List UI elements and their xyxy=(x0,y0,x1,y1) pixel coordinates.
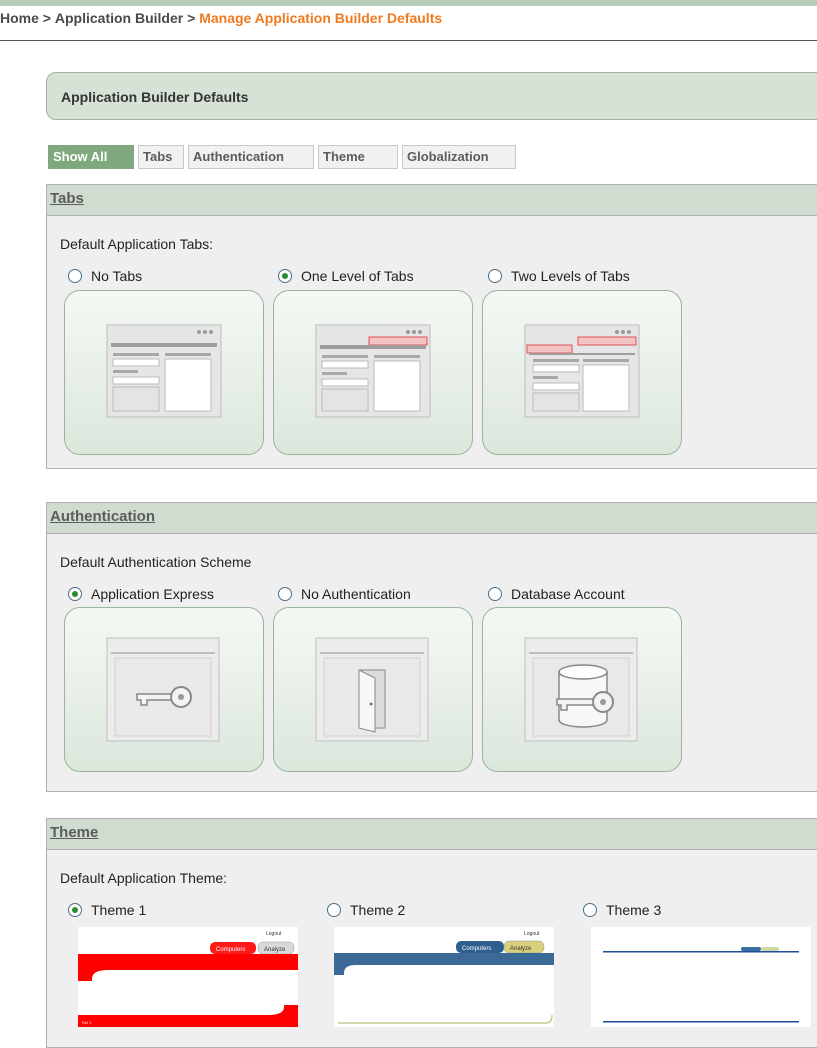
theme-section: Theme Default Application Theme: Theme 1… xyxy=(46,818,817,1048)
one-level-tabs-preview-card[interactable] xyxy=(273,290,473,455)
auth-option-no-authentication[interactable]: No Authentication xyxy=(278,586,411,602)
filter-authentication[interactable]: Authentication xyxy=(188,145,314,169)
filter-tabs[interactable]: Tabs xyxy=(138,145,184,169)
two-levels-tabs-preview-card[interactable] xyxy=(482,290,682,455)
breadcrumb-current: Manage Application Builder Defaults xyxy=(199,10,443,26)
theme-1-thumbnail[interactable]: Logout Computers Analyze Rel 1 xyxy=(78,927,298,1027)
tabs-label: Default Application Tabs: xyxy=(60,236,214,252)
auth-option-database-account[interactable]: Database Account xyxy=(488,586,625,602)
theme-label: Default Application Theme: xyxy=(60,870,228,886)
theme-3-thumbnail[interactable] xyxy=(591,927,811,1027)
breadcrumb: Home > Application Builder > Manage Appl… xyxy=(0,10,817,41)
filter-globalization[interactable]: Globalization xyxy=(402,145,516,169)
breadcrumb-home[interactable]: Home xyxy=(0,10,39,26)
option-label: No Tabs xyxy=(91,268,143,284)
database-account-preview-card[interactable] xyxy=(482,607,682,772)
key-icon xyxy=(106,637,220,742)
theme-option-2[interactable]: Theme 2 xyxy=(327,902,405,918)
authentication-section: Authentication Default Authentication Sc… xyxy=(46,502,817,792)
door-icon xyxy=(315,637,429,742)
radio-no-tabs[interactable] xyxy=(68,269,82,283)
theme-2-top-link: Logout xyxy=(524,931,540,937)
theme-1-footer: Rel 1 xyxy=(82,1020,92,1025)
authentication-section-title[interactable]: Authentication xyxy=(50,508,155,525)
theme-1-tab-2: Analyze xyxy=(264,947,286,953)
theme-option-1[interactable]: Theme 1 xyxy=(68,902,146,918)
breadcrumb-sep: > xyxy=(38,10,55,26)
tabs-option-no-tabs[interactable]: No Tabs xyxy=(68,268,142,284)
tabs-section: Tabs Default Application Tabs: No Tabs O… xyxy=(46,184,817,469)
two-levels-tabs-layout-icon xyxy=(524,324,640,418)
option-label: One Level of Tabs xyxy=(301,268,414,284)
tabs-section-title[interactable]: Tabs xyxy=(50,190,84,207)
theme-3-preview xyxy=(603,947,799,1023)
radio-two-levels-tabs[interactable] xyxy=(488,269,502,283)
option-label: No Authentication xyxy=(301,586,411,602)
radio-theme-1[interactable] xyxy=(68,903,82,917)
database-key-icon xyxy=(524,637,638,742)
application-express-preview-card[interactable] xyxy=(64,607,264,772)
top-bar xyxy=(0,0,817,6)
theme-1-top-link: Logout xyxy=(266,931,282,937)
tabs-section-header: Tabs xyxy=(47,185,817,216)
radio-no-authentication[interactable] xyxy=(278,587,292,601)
radio-one-level-tabs[interactable] xyxy=(278,269,292,283)
breadcrumb-app-builder[interactable]: Application Builder xyxy=(55,10,183,26)
option-label: Application Express xyxy=(91,586,214,602)
theme-2-thumbnail[interactable]: Logout Computers Analyze xyxy=(334,927,554,1027)
no-authentication-preview-card[interactable] xyxy=(273,607,473,772)
theme-1-tab-1: Computers xyxy=(216,947,245,953)
theme-2-tab-2: Analyze xyxy=(510,946,532,952)
theme-option-3[interactable]: Theme 3 xyxy=(583,902,661,918)
theme-section-title[interactable]: Theme xyxy=(50,824,98,841)
option-label: Theme 2 xyxy=(350,902,406,918)
tabs-option-two-levels[interactable]: Two Levels of Tabs xyxy=(488,268,630,284)
breadcrumb-sep: > xyxy=(183,10,200,26)
theme-section-header: Theme xyxy=(47,819,817,850)
authentication-label: Default Authentication Scheme xyxy=(60,554,252,570)
auth-option-application-express[interactable]: Application Express xyxy=(68,586,214,602)
radio-theme-2[interactable] xyxy=(327,903,341,917)
radio-theme-3[interactable] xyxy=(583,903,597,917)
option-label: Database Account xyxy=(511,586,625,602)
option-label: Theme 3 xyxy=(606,902,662,918)
option-label: Two Levels of Tabs xyxy=(511,268,630,284)
filter-theme[interactable]: Theme xyxy=(318,145,398,169)
no-tabs-layout-icon xyxy=(106,324,222,418)
radio-database-account[interactable] xyxy=(488,587,502,601)
option-label: Theme 1 xyxy=(91,902,147,918)
theme-2-tab-1: Computers xyxy=(462,946,491,952)
authentication-section-header: Authentication xyxy=(47,503,817,534)
theme-2-preview: Logout Computers Analyze xyxy=(334,931,554,1024)
tabs-option-one-level[interactable]: One Level of Tabs xyxy=(278,268,414,284)
theme-1-preview: Logout Computers Analyze Rel 1 xyxy=(78,931,298,1027)
region-title: Application Builder Defaults xyxy=(61,89,249,105)
no-tabs-preview-card[interactable] xyxy=(64,290,264,455)
filter-show-all[interactable]: Show All xyxy=(48,145,134,169)
one-level-tabs-layout-icon xyxy=(315,324,431,418)
region-header: Application Builder Defaults xyxy=(46,72,817,120)
radio-application-express[interactable] xyxy=(68,587,82,601)
